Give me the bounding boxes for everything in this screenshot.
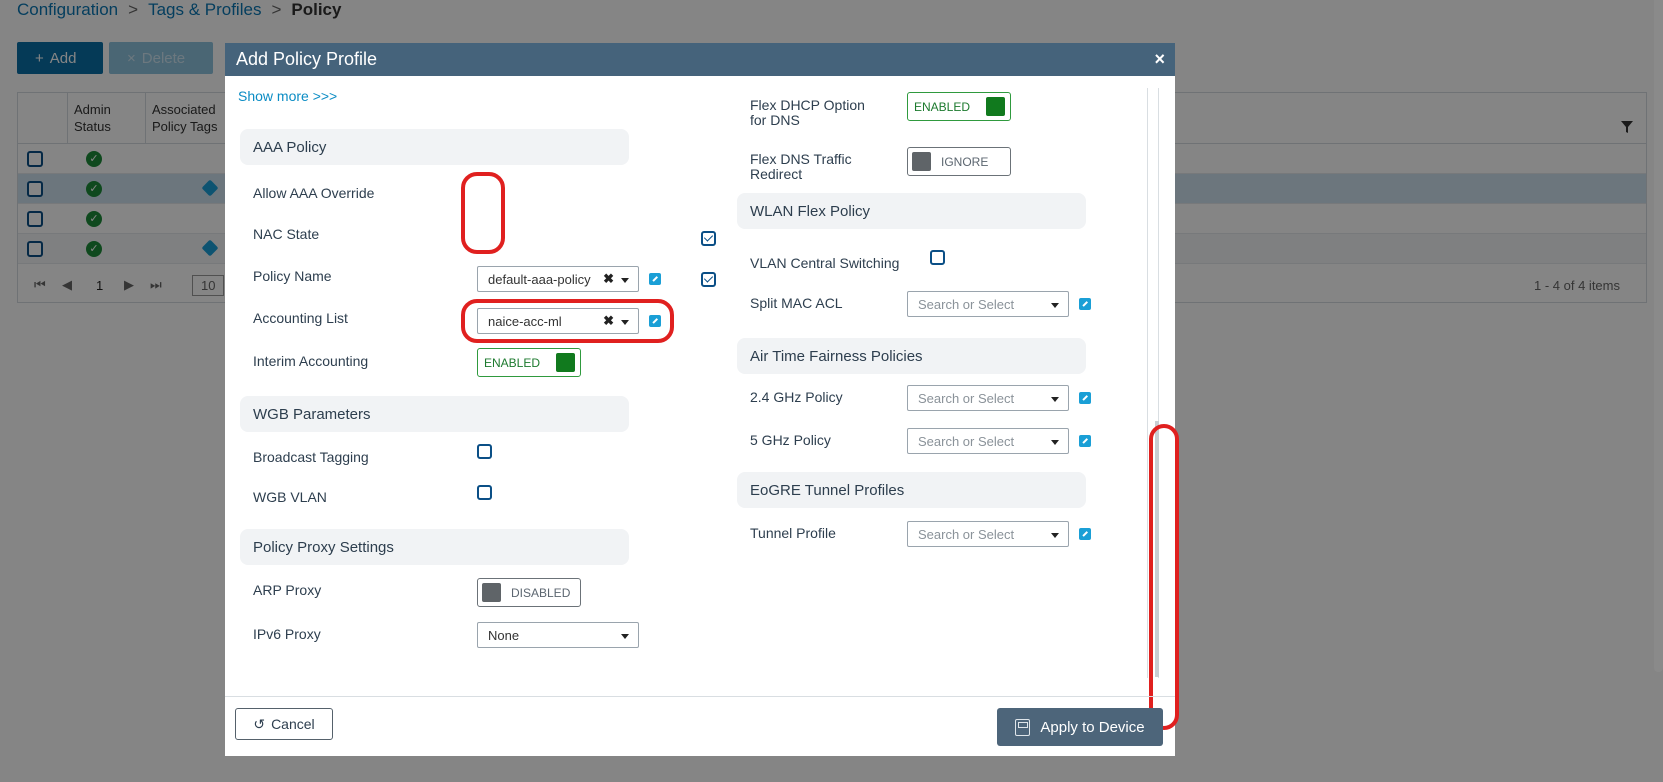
toggle-knob <box>912 152 931 171</box>
arp-proxy-toggle[interactable]: DISABLED <box>477 578 581 607</box>
close-icon[interactable]: × <box>1154 49 1165 70</box>
highlight-checkboxes <box>461 172 505 254</box>
flex-dns-redirect-label: Flex DNS Traffic Redirect <box>750 152 852 182</box>
flex-dhcp-option-toggle[interactable]: ENABLED <box>907 92 1011 121</box>
toggle-knob <box>986 97 1005 116</box>
section-policy-proxy-settings: Policy Proxy Settings <box>240 529 629 565</box>
nac-state-checkbox[interactable] <box>701 272 716 287</box>
flex-dns-redirect-label-line1: Flex DNS Traffic <box>750 151 852 167</box>
ipv6-proxy-value: None <box>488 627 520 643</box>
chevron-down-icon <box>1051 397 1059 402</box>
ghz24-policy-placeholder: Search or Select <box>918 390 1015 406</box>
flex-dhcp-option-label-line1: Flex DHCP Option <box>750 97 865 113</box>
ghz24-policy-select[interactable]: Search or Select <box>907 385 1069 411</box>
section-eogre-tunnel-profiles: EoGRE Tunnel Profiles <box>737 472 1086 508</box>
allow-aaa-override-checkbox[interactable] <box>701 231 716 246</box>
interim-accounting-label: Interim Accounting <box>253 353 369 369</box>
flex-dns-redirect-toggle[interactable]: IGNORE <box>907 147 1011 176</box>
undo-icon: ↺ <box>253 715 266 732</box>
highlight-accounting-list <box>461 299 674 343</box>
toggle-state-label: IGNORE <box>941 154 989 169</box>
tunnel-profile-placeholder: Search or Select <box>918 526 1015 542</box>
broadcast-tagging-label: Broadcast Tagging <box>253 449 369 465</box>
edit-link-icon[interactable] <box>649 273 661 285</box>
chevron-down-icon <box>1051 533 1059 538</box>
ghz5-policy-label: 5 GHz Policy <box>750 432 831 448</box>
toggle-state-label: ENABLED <box>484 355 541 370</box>
edit-link-icon[interactable] <box>1079 298 1091 310</box>
highlight-scrollbar <box>1149 424 1179 730</box>
ghz5-policy-select[interactable]: Search or Select <box>907 428 1069 454</box>
split-mac-acl-placeholder: Search or Select <box>918 296 1015 312</box>
section-wgb-parameters: WGB Parameters <box>240 396 629 432</box>
ghz5-policy-placeholder: Search or Select <box>918 433 1015 449</box>
save-icon <box>1015 718 1031 736</box>
cancel-button[interactable]: ↺ Cancel <box>235 708 333 740</box>
nac-state-label: NAC State <box>253 226 320 242</box>
ipv6-proxy-select[interactable]: None <box>477 622 639 648</box>
show-more-link[interactable]: Show more >>> <box>238 88 337 104</box>
wgb-vlan-checkbox[interactable] <box>477 485 492 500</box>
toggle-knob <box>556 353 575 372</box>
chevron-down-icon <box>621 634 629 639</box>
section-wlan-flex-policy: WLAN Flex Policy <box>737 193 1086 229</box>
dialog-title: Add Policy Profile <box>236 49 378 69</box>
policy-name-value: default-aaa-policy <box>488 271 591 287</box>
add-policy-profile-dialog: Add Policy Profile × Show more >>> AAA P… <box>225 43 1179 756</box>
dialog-body: Show more >>> AAA Policy Allow AAA Overr… <box>225 76 1179 730</box>
vlan-central-switching-checkbox[interactable] <box>930 250 945 265</box>
dialog-header: Add Policy Profile × <box>225 43 1175 76</box>
vlan-central-switching-label: VLAN Central Switching <box>750 255 900 271</box>
apply-button-label: Apply to Device <box>1040 718 1145 736</box>
toggle-state-label: ENABLED <box>914 99 971 114</box>
dialog-footer: ↺ Cancel Apply to Device <box>225 696 1175 756</box>
edit-link-icon[interactable] <box>1079 528 1091 540</box>
edit-link-icon[interactable] <box>1079 392 1091 404</box>
flex-dhcp-option-label-line2: for DNS <box>750 112 800 128</box>
clear-icon[interactable]: ✖ <box>603 271 614 287</box>
policy-name-label: Policy Name <box>253 268 332 284</box>
tunnel-profile-select[interactable]: Search or Select <box>907 521 1069 547</box>
ghz24-policy-label: 2.4 GHz Policy <box>750 389 843 405</box>
broadcast-tagging-checkbox[interactable] <box>477 444 492 459</box>
page-scrollbar[interactable] <box>1654 0 1663 672</box>
edit-link-icon[interactable] <box>1079 435 1091 447</box>
tunnel-profile-label: Tunnel Profile <box>750 525 836 541</box>
accounting-list-label: Accounting List <box>253 310 348 326</box>
section-aaa-policy: AAA Policy <box>240 129 629 165</box>
apply-to-device-button[interactable]: Apply to Device <box>997 708 1163 746</box>
split-mac-acl-label: Split MAC ACL <box>750 295 843 311</box>
chevron-down-icon <box>621 278 629 283</box>
policy-name-select[interactable]: default-aaa-policy ✖ <box>477 266 639 292</box>
cancel-button-label: Cancel <box>271 716 315 732</box>
chevron-down-icon <box>1051 440 1059 445</box>
toggle-knob <box>482 583 501 602</box>
toggle-state-label: DISABLED <box>511 585 571 600</box>
interim-accounting-toggle[interactable]: ENABLED <box>477 348 581 377</box>
split-mac-acl-select[interactable]: Search or Select <box>907 291 1069 317</box>
flex-dns-redirect-label-line2: Redirect <box>750 166 803 182</box>
arp-proxy-label: ARP Proxy <box>253 582 322 598</box>
flex-dhcp-option-label: Flex DHCP Option for DNS <box>750 98 865 128</box>
chevron-down-icon <box>1051 303 1059 308</box>
section-air-time-fairness: Air Time Fairness Policies <box>737 338 1086 374</box>
wgb-vlan-label: WGB VLAN <box>253 489 327 505</box>
allow-aaa-override-label: Allow AAA Override <box>253 185 375 201</box>
ipv6-proxy-label: IPv6 Proxy <box>253 626 321 642</box>
